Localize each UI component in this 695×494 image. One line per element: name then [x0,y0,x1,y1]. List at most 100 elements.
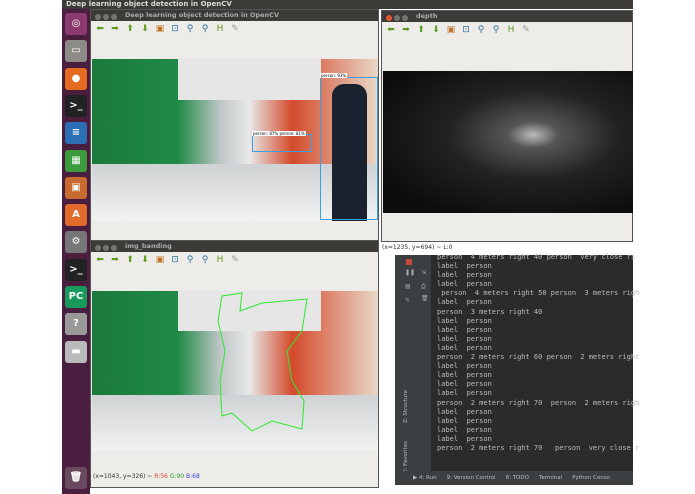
banding-window: img_banding ⬅ ➡ ⬆ ⬇ ▣ ⊡ ⚲ ⚲ H ✎ (x=1043, y=326) ~… [90,240,379,488]
forward-icon[interactable]: ➡ [110,24,120,34]
console-line: label person [437,262,492,271]
soft-wrap-icon[interactable]: ⇲ [421,269,426,276]
properties-icon[interactable]: ⊡ [461,25,471,35]
save-icon[interactable]: H [506,25,516,35]
bottom-tab[interactable]: 6: TODO [506,475,529,481]
save-image-icon[interactable]: ▣ [446,25,456,35]
delete-icon[interactable]: 🗑 [421,295,429,302]
zoom-out-icon[interactable]: ⚲ [200,255,210,265]
bottom-tab[interactable]: ▶ 4: Run [413,475,437,481]
console-line: person 2 meters right 70 person very clo… [437,443,640,452]
run-sidebar: ❚❚ ▤ ✎ ⇲ ⎙ 🗑 Z: Structure 2: Favorites [395,255,431,473]
minimize-button[interactable] [103,245,109,251]
structure-tab[interactable]: Z: Structure [403,373,409,423]
minimize-button[interactable] [103,14,109,20]
top-panel: Deep learning object detection in OpenCV [62,0,633,9]
trash-icon[interactable]: 🗑 [65,467,87,489]
toolbar: ⬅ ➡ ⬆ ⬇ ▣ ⊡ ⚲ ⚲ H ✎ [382,22,632,38]
zoom-in-icon[interactable]: ⚲ [185,24,195,34]
pin-icon[interactable]: ✎ [405,297,410,304]
bottom-tab[interactable]: 9: Version Control [447,475,496,481]
bottom-tab[interactable]: Terminal [539,475,562,481]
software-center-icon[interactable]: A [65,204,87,227]
depth-image [383,71,633,213]
terminal-icon[interactable]: >_ [65,94,87,117]
console-line: label person [437,271,492,280]
depth-window: depth ⬅ ➡ ⬆ ⬇ ▣ ⊡ ⚲ ⚲ H ✎ (x=1235, y=694) ~ L:0 [381,10,633,251]
pycharm-run-panel: ❚❚ ▤ ✎ ⇲ ⎙ 🗑 Z: Structure 2: Favorites p… [395,253,639,485]
calc-icon[interactable]: ▦ [65,149,87,172]
forward-icon[interactable]: ➡ [110,255,120,265]
toolbar: ⬅ ➡ ⬆ ⬇ ▣ ⊡ ⚲ ⚲ H ✎ [91,21,378,37]
console-output[interactable]: person 4 meters right 40 person very clo… [437,253,639,453]
bounding-box [252,134,312,152]
window-titlebar[interactable]: Deep learning object detection in OpenCV [91,10,378,21]
up-icon[interactable]: ⬆ [416,25,426,35]
maximize-button[interactable] [111,14,117,20]
minimize-button[interactable] [394,15,400,21]
down-icon[interactable]: ⬇ [140,24,150,34]
window-title: img_banding [125,242,172,250]
terminal2-icon[interactable]: >_ [65,258,87,281]
impress-icon[interactable]: ▣ [65,176,87,199]
console-line: label person [437,425,492,434]
detection-window: Deep learning object detection in OpenCV… [90,9,379,241]
close-button[interactable] [95,245,101,251]
pycharm-icon[interactable]: PC [65,286,87,308]
settings-icon[interactable]: ⚙ [65,231,87,254]
detection-label: person: 87% person: 81% [252,131,306,136]
zoom-in-icon[interactable]: ⚲ [185,255,195,265]
stop-icon[interactable] [406,259,412,265]
help-icon[interactable]: ? [65,313,87,336]
properties-icon[interactable]: ⊡ [170,255,180,265]
print-icon[interactable]: ⎙ [421,283,426,291]
close-button[interactable] [386,15,392,21]
favorites-tab[interactable]: 2: Favorites [403,423,409,473]
bounding-box [320,77,378,220]
console-line: label person [437,334,492,343]
forward-icon[interactable]: ➡ [401,25,411,35]
brush-icon[interactable]: ✎ [230,255,240,265]
brush-icon[interactable]: ✎ [230,24,240,34]
back-icon[interactable]: ⬅ [95,255,105,265]
depth-status: (x=1235, y=694) ~ L:0 [382,244,453,251]
console-line: label person [437,316,492,325]
up-icon[interactable]: ⬆ [125,24,135,34]
firefox-icon[interactable]: ● [65,67,87,90]
save-icon[interactable]: H [215,255,225,265]
zoom-in-icon[interactable]: ⚲ [476,25,486,35]
files-icon[interactable]: ▭ [65,40,87,63]
down-icon[interactable]: ⬇ [431,25,441,35]
writer-icon[interactable]: ≡ [65,122,87,145]
window-title: Deep learning object detection in OpenCV [125,11,279,19]
save-icon[interactable]: H [215,24,225,34]
window-titlebar[interactable]: img_banding [91,241,378,252]
console-line: person 2 meters right 70 person 2 meters… [437,398,640,407]
drive-icon[interactable]: ▬ [65,340,87,363]
console-line: label person [437,434,492,443]
zoom-out-icon[interactable]: ⚲ [200,24,210,34]
maximize-button[interactable] [111,245,117,251]
down-icon[interactable]: ⬇ [140,255,150,265]
console-line: person 4 meters right 50 person 3 meters… [437,289,640,298]
back-icon[interactable]: ⬅ [95,24,105,34]
save-image-icon[interactable]: ▣ [155,255,165,265]
close-button[interactable] [95,14,101,20]
save-image-icon[interactable]: ▣ [155,24,165,34]
back-icon[interactable]: ⬅ [386,25,396,35]
banding-image [92,291,378,451]
pause-icon[interactable]: ❚❚ [405,269,415,276]
bottom-tab[interactable]: Python Conso [572,475,610,481]
properties-icon[interactable]: ⊡ [170,24,180,34]
brush-icon[interactable]: ✎ [521,25,531,35]
console-line: label person [437,380,492,389]
window-titlebar[interactable]: depth [382,11,632,22]
zoom-out-icon[interactable]: ⚲ [491,25,501,35]
up-icon[interactable]: ⬆ [125,255,135,265]
ubuntu-dash-icon[interactable]: ◎ [65,13,87,35]
console-line: person 4 meters right 40 person very clo… [437,253,636,261]
console-line: person 3 meters right 40 [437,307,543,316]
layout-icon[interactable]: ▤ [405,283,411,290]
banding-status: (x=1043, y=326) ~ R:56 G:90 B:68 [93,473,200,480]
maximize-button[interactable] [402,15,408,21]
